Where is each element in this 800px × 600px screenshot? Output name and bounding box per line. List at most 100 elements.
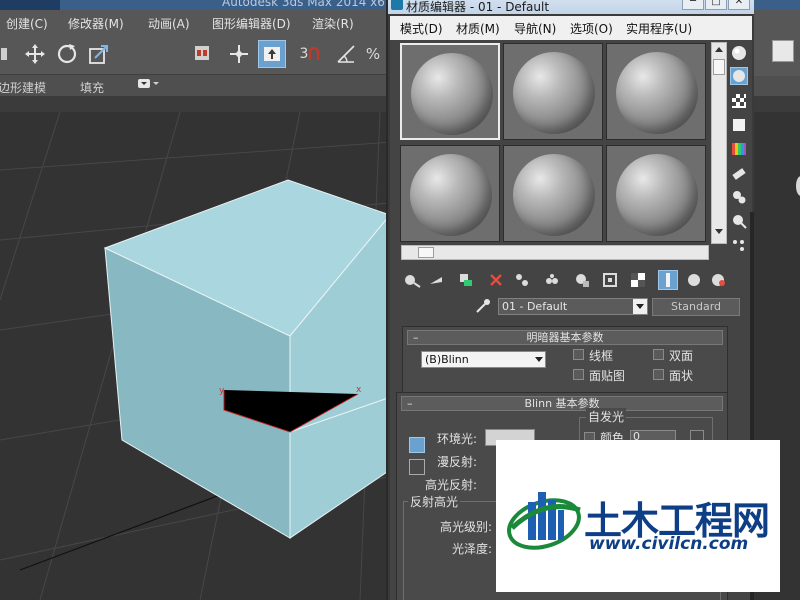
viewcube-edge-icon[interactable] <box>796 176 800 196</box>
menu-create[interactable]: 创建(C) <box>6 15 48 32</box>
ribbon-dropdown-icon[interactable] <box>138 77 160 94</box>
assign-to-selection-icon[interactable] <box>456 270 476 290</box>
select-scale-icon[interactable] <box>86 40 112 68</box>
scroll-thumb[interactable] <box>418 247 434 258</box>
reset-map-delete-icon[interactable] <box>486 270 506 290</box>
two-sided-label: 双面 <box>669 349 694 363</box>
ribbon-fill[interactable]: 填充 <box>80 79 104 96</box>
chevron-down-icon <box>535 357 543 362</box>
render-frame-icon[interactable] <box>772 40 794 62</box>
select-manipulate-icon[interactable] <box>226 40 252 68</box>
select-rotate-icon[interactable] <box>54 40 80 68</box>
gizmo-y-label: y <box>219 386 225 396</box>
percent-snap-icon[interactable]: % <box>360 40 386 68</box>
brand-url: www.civilcn.com <box>589 534 749 554</box>
collapse-icon: – <box>407 397 413 410</box>
close-button[interactable]: ✕ <box>728 0 750 10</box>
material-editor-title-bar: 材质编辑器 - 01 - Default ─ □ ✕ <box>388 0 754 14</box>
material-bottom-toolbar <box>402 269 748 291</box>
sample-slot-5[interactable] <box>503 145 603 242</box>
sample-type-icon[interactable] <box>730 44 748 62</box>
put-material-icon[interactable] <box>426 270 446 290</box>
snaps-toggle-icon[interactable]: 3 <box>298 40 322 68</box>
lock-ambient-diffuse-icon[interactable] <box>409 437 425 453</box>
make-unique-icon[interactable] <box>512 270 532 290</box>
sample-slot-6[interactable] <box>606 145 706 242</box>
backlight-icon[interactable] <box>730 67 748 85</box>
show-shaded-material-icon[interactable] <box>600 270 620 290</box>
shader-rollout-header[interactable]: – 明暗器基本参数 <box>407 330 723 345</box>
scroll-down-icon[interactable] <box>715 229 723 234</box>
menu-graph-editors[interactable]: 图形编辑器(D) <box>212 15 291 32</box>
title-bar-block <box>0 0 60 10</box>
max-window-title: Autodesk 3ds Max 2014 x6 <box>222 0 385 9</box>
two-sided-checkbox[interactable] <box>653 349 664 360</box>
maximize-button[interactable]: □ <box>705 0 727 10</box>
blinn-rollout-header[interactable]: – Blinn 基本参数 <box>401 396 723 411</box>
me-menu-material[interactable]: 材质(M) <box>456 20 500 37</box>
faceted-label: 面状 <box>669 369 694 383</box>
me-menu-navigation[interactable]: 导航(N) <box>514 20 556 37</box>
material-id-channel-icon[interactable] <box>572 270 592 290</box>
right-toolbar-strip <box>752 36 800 76</box>
sample-sphere <box>513 154 595 236</box>
material-editor-app-icon <box>391 0 403 10</box>
material-map-navigator-icon[interactable] <box>730 236 748 254</box>
sample-slot-3[interactable] <box>606 43 706 140</box>
put-to-library-icon[interactable] <box>542 270 562 290</box>
ambient-label: 环境光: <box>437 432 478 446</box>
sample-side-toolbar <box>728 40 750 270</box>
shader-type-dropdown[interactable]: (B)Blinn <box>421 351 546 368</box>
lock-diffuse-specular-icon[interactable] <box>409 459 425 475</box>
sample-sphere <box>411 53 493 135</box>
faceted-checkbox[interactable] <box>653 369 664 380</box>
wire-checkbox[interactable] <box>573 349 584 360</box>
me-menu-options[interactable]: 选项(O) <box>570 20 613 37</box>
gizmo-x-label: x <box>356 385 362 395</box>
chevron-down-icon[interactable] <box>633 299 647 314</box>
video-color-check-icon[interactable] <box>730 140 748 158</box>
keyboard-shortcut-override-icon[interactable] <box>258 40 286 68</box>
face-map-checkbox[interactable] <box>573 369 584 380</box>
ribbon-polygon-modeling[interactable]: 多边形建模 <box>0 79 46 96</box>
minimize-button[interactable]: ─ <box>682 0 704 10</box>
civilcn-watermark: 土木工程网 www.civilcn.com <box>496 440 780 592</box>
menu-animation[interactable]: 动画(A) <box>148 15 190 32</box>
me-menu-modes[interactable]: 模式(D) <box>400 20 443 37</box>
material-type-button[interactable]: Standard <box>652 298 740 316</box>
me-menu-utilities[interactable]: 实用程序(U) <box>626 20 692 37</box>
show-map-in-viewport-icon[interactable] <box>628 270 648 290</box>
right-menu-strip <box>752 10 800 36</box>
sample-sphere <box>410 154 492 236</box>
options-icon[interactable] <box>730 188 748 206</box>
scroll-up-icon[interactable] <box>715 47 723 52</box>
slots-horizontal-scrollbar[interactable] <box>401 245 709 260</box>
toolbar-edge-icon[interactable] <box>0 40 10 68</box>
show-end-result-icon[interactable] <box>658 270 678 290</box>
menu-modifiers[interactable]: 修改器(M) <box>68 15 124 32</box>
box-object[interactable] <box>103 179 391 539</box>
select-by-material-icon[interactable] <box>730 212 748 230</box>
sample-slot-2[interactable] <box>503 43 603 140</box>
pivot-center-icon[interactable] <box>190 40 216 68</box>
diffuse-label: 漫反射: <box>437 455 478 469</box>
sample-slot-1[interactable] <box>400 43 500 140</box>
go-forward-to-sibling-icon[interactable] <box>708 270 728 290</box>
slots-vertical-scrollbar[interactable] <box>711 42 727 244</box>
background-checker-icon[interactable] <box>730 92 748 110</box>
make-preview-icon[interactable] <box>730 164 748 182</box>
material-name-field[interactable]: 01 - Default <box>498 298 648 315</box>
scroll-thumb[interactable] <box>713 59 725 75</box>
menu-rendering[interactable]: 渲染(R) <box>312 15 354 32</box>
material-name-value: 01 - Default <box>502 300 568 313</box>
go-to-parent-icon[interactable] <box>684 270 704 290</box>
angle-snap-icon[interactable] <box>334 40 358 68</box>
select-move-icon[interactable] <box>22 40 48 68</box>
material-name-row: 01 - Default Standard <box>390 296 752 318</box>
sample-uv-tiling-icon[interactable] <box>730 116 748 134</box>
eyedropper-icon[interactable] <box>474 297 492 315</box>
sample-slot-4[interactable] <box>400 145 500 242</box>
get-material-icon[interactable] <box>402 270 422 290</box>
window-controls: ─ □ ✕ <box>682 0 750 10</box>
sample-sphere <box>616 52 698 134</box>
